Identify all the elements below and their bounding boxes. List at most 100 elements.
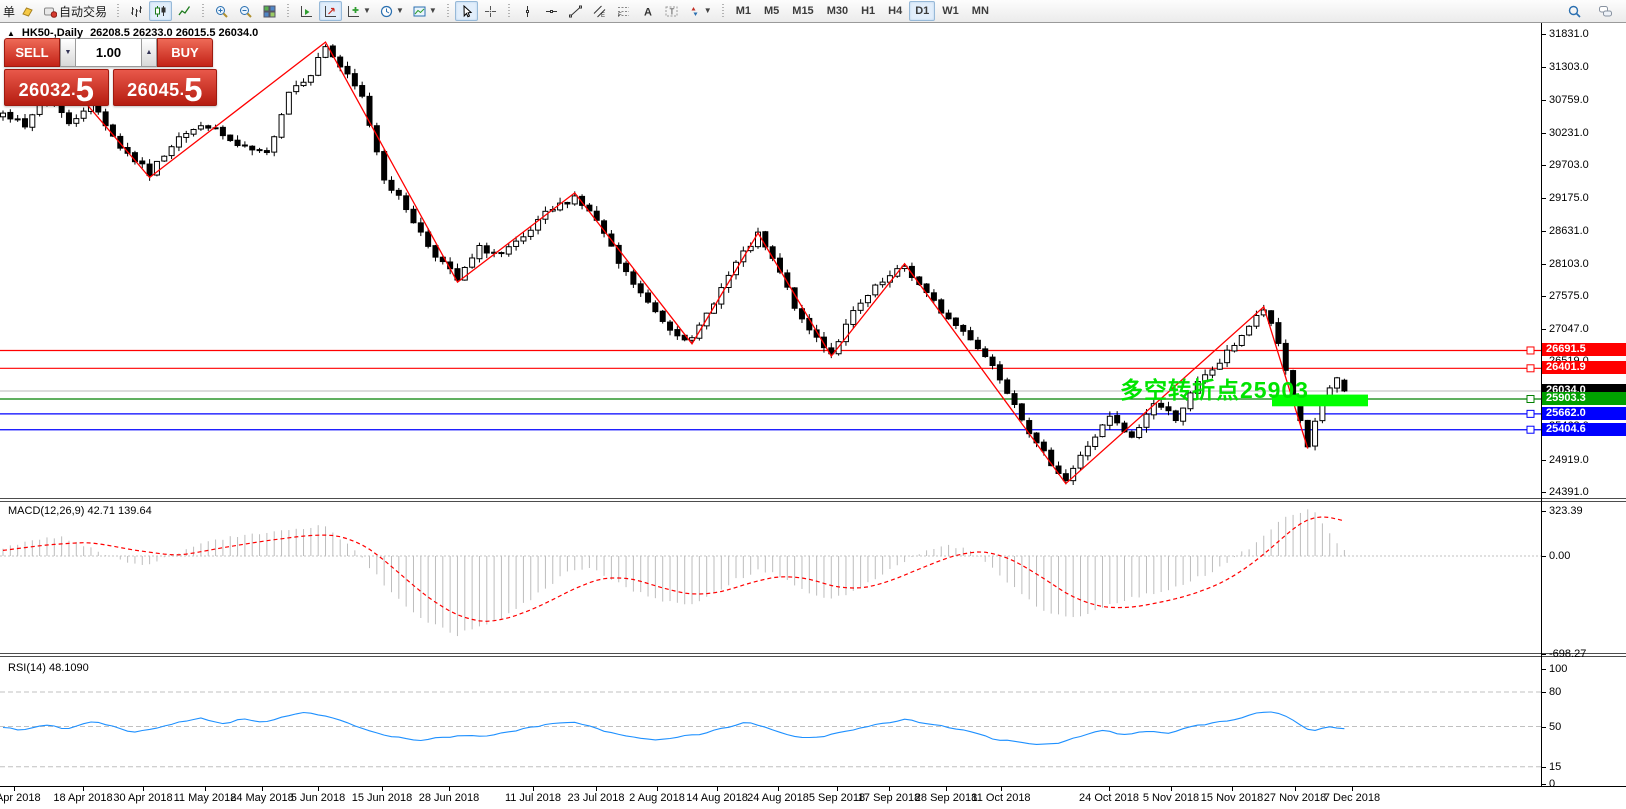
buy-price-button[interactable]: 26045 . 5 xyxy=(113,69,218,106)
candlestick-button[interactable] xyxy=(149,1,172,21)
time-tick xyxy=(837,787,838,791)
line-handle[interactable] xyxy=(1527,365,1534,372)
order-button-partial[interactable]: 单 xyxy=(3,3,15,20)
dropdown-caret-icon[interactable]: ▼ xyxy=(429,7,437,15)
price-tick-label: 28103.0 xyxy=(1549,258,1589,270)
buy-button[interactable]: BUY xyxy=(157,38,213,67)
time-label: 14 Aug 2018 xyxy=(686,792,748,804)
buy-price-big-digit: 5 xyxy=(184,76,202,103)
search-button[interactable] xyxy=(1563,1,1586,21)
zoom-in-button[interactable] xyxy=(210,1,233,21)
line-chart-button[interactable] xyxy=(173,1,196,21)
line-handle[interactable] xyxy=(1527,347,1534,354)
price-tick xyxy=(1542,329,1546,330)
toolbar-group-grip xyxy=(445,3,451,19)
fibonacci-button[interactable]: F xyxy=(612,1,635,21)
tile-windows-button[interactable] xyxy=(258,1,281,21)
bull-bear-turning-point-annotation[interactable]: 多空转折点25903 xyxy=(1120,371,1309,405)
price-tick xyxy=(1542,264,1546,265)
time-label: 11 Oct 2018 xyxy=(971,792,1030,804)
volume-input[interactable]: 1.00 xyxy=(76,38,141,67)
price-line-label-25903.3: 25903.3 xyxy=(1542,392,1626,405)
ohlc-toggle-icon[interactable]: ▲ xyxy=(7,29,15,38)
chart-shift-button[interactable] xyxy=(319,1,342,21)
timeframe-h1-button[interactable]: H1 xyxy=(855,1,881,21)
line-handle[interactable] xyxy=(1527,410,1534,417)
channel-button[interactable]: E xyxy=(588,1,611,21)
candles-icon xyxy=(154,5,167,18)
vline-icon xyxy=(521,5,534,18)
timeframe-mn-button[interactable]: MN xyxy=(966,1,995,21)
timeframe-m15-button[interactable]: M15 xyxy=(786,1,819,21)
rsi-indicator-pane[interactable] xyxy=(0,657,1541,786)
dropdown-caret-icon[interactable]: ▼ xyxy=(363,7,371,15)
zoom-out-button[interactable] xyxy=(234,1,257,21)
ohlc-values: 26208.5 26233.0 26015.5 26034.0 xyxy=(90,27,258,39)
price-tick xyxy=(1542,198,1546,199)
new-order-icon xyxy=(21,5,34,18)
time-label: 15 Nov 2018 xyxy=(1201,792,1263,804)
crosshair-button[interactable] xyxy=(479,1,502,21)
label-button[interactable]: T xyxy=(660,1,683,21)
price-tick xyxy=(1542,100,1546,101)
rsi-scale-label: 15 xyxy=(1549,761,1561,773)
template-icon xyxy=(413,5,426,18)
main-toolbar: 单 自动交易 ▼ ▼ ▼ E F AT ▼ M1M5M15M30H1H4D1W1MN xyxy=(0,0,1626,23)
main-price-chart[interactable] xyxy=(0,23,1541,498)
time-tick xyxy=(533,787,534,791)
svg-text:F: F xyxy=(618,13,622,18)
text-button[interactable]: A xyxy=(636,1,659,21)
timeframe-m5-button[interactable]: M5 xyxy=(758,1,785,21)
hline-button[interactable] xyxy=(540,1,563,21)
toolbar-right-group xyxy=(1563,1,1617,21)
price-tick-label: 28631.0 xyxy=(1549,225,1589,237)
sell-price-button[interactable]: 26032 . 5 xyxy=(4,69,109,106)
dropdown-caret-icon[interactable]: ▼ xyxy=(396,7,404,15)
periods-button[interactable]: ▼ xyxy=(376,1,408,21)
time-axis-line xyxy=(0,786,1626,787)
timeframe-m30-button[interactable]: M30 xyxy=(821,1,854,21)
line-chart-icon xyxy=(178,5,191,18)
rsi-label: RSI(14) 48.1090 xyxy=(8,662,89,674)
line-handle[interactable] xyxy=(1527,396,1534,403)
zigzag-line[interactable] xyxy=(84,42,1308,484)
arrows-button[interactable]: ▼ xyxy=(684,1,716,21)
timeframe-d1-button[interactable]: D1 xyxy=(909,1,935,21)
price-tick-label: 24391.0 xyxy=(1549,486,1589,498)
price-tick xyxy=(1542,34,1546,35)
price-line-label-25404.6: 25404.6 xyxy=(1542,423,1626,436)
volume-decrease-button[interactable]: ▼ xyxy=(60,38,76,67)
svg-text:A: A xyxy=(644,6,652,18)
sell-button[interactable]: SELL xyxy=(4,38,60,67)
timeframe-m1-button[interactable]: M1 xyxy=(730,1,757,21)
autotrading-button[interactable]: 自动交易 xyxy=(40,1,111,21)
time-tick xyxy=(657,787,658,791)
time-tick xyxy=(717,787,718,791)
time-label: 17 Sep 2018 xyxy=(858,792,920,804)
timeframe-w1-button[interactable]: W1 xyxy=(936,1,965,21)
vline-button[interactable] xyxy=(516,1,539,21)
bar-chart-button[interactable] xyxy=(125,1,148,21)
price-tick-label: 24919.0 xyxy=(1549,454,1589,466)
auto-scroll-button[interactable] xyxy=(295,1,318,21)
cursor-button[interactable] xyxy=(455,1,478,21)
volume-increase-button[interactable]: ▲ xyxy=(141,38,157,67)
macd-scale-tick xyxy=(1542,654,1546,655)
rsi-scale-label: 0 xyxy=(1549,778,1555,790)
channel-icon: E xyxy=(593,5,606,18)
time-label: 6 Apr 2018 xyxy=(0,792,41,804)
chat-button[interactable] xyxy=(1594,1,1617,21)
dropdown-caret-icon[interactable]: ▼ xyxy=(704,7,712,15)
timeframe-h4-button[interactable]: H4 xyxy=(882,1,908,21)
templates-button[interactable]: ▼ xyxy=(409,1,441,21)
macd-indicator-pane[interactable] xyxy=(0,502,1541,653)
toolbar-group-grip xyxy=(115,3,121,19)
trendline-button[interactable] xyxy=(564,1,587,21)
time-tick xyxy=(1232,787,1233,791)
line-handle[interactable] xyxy=(1527,426,1534,433)
indicators-button[interactable]: ▼ xyxy=(343,1,375,21)
time-label: 5 Jun 2018 xyxy=(291,792,345,804)
time-label: 11 May 2018 xyxy=(174,792,237,804)
price-tick-label: 31303.0 xyxy=(1549,61,1589,73)
new-order-button[interactable] xyxy=(16,1,39,21)
